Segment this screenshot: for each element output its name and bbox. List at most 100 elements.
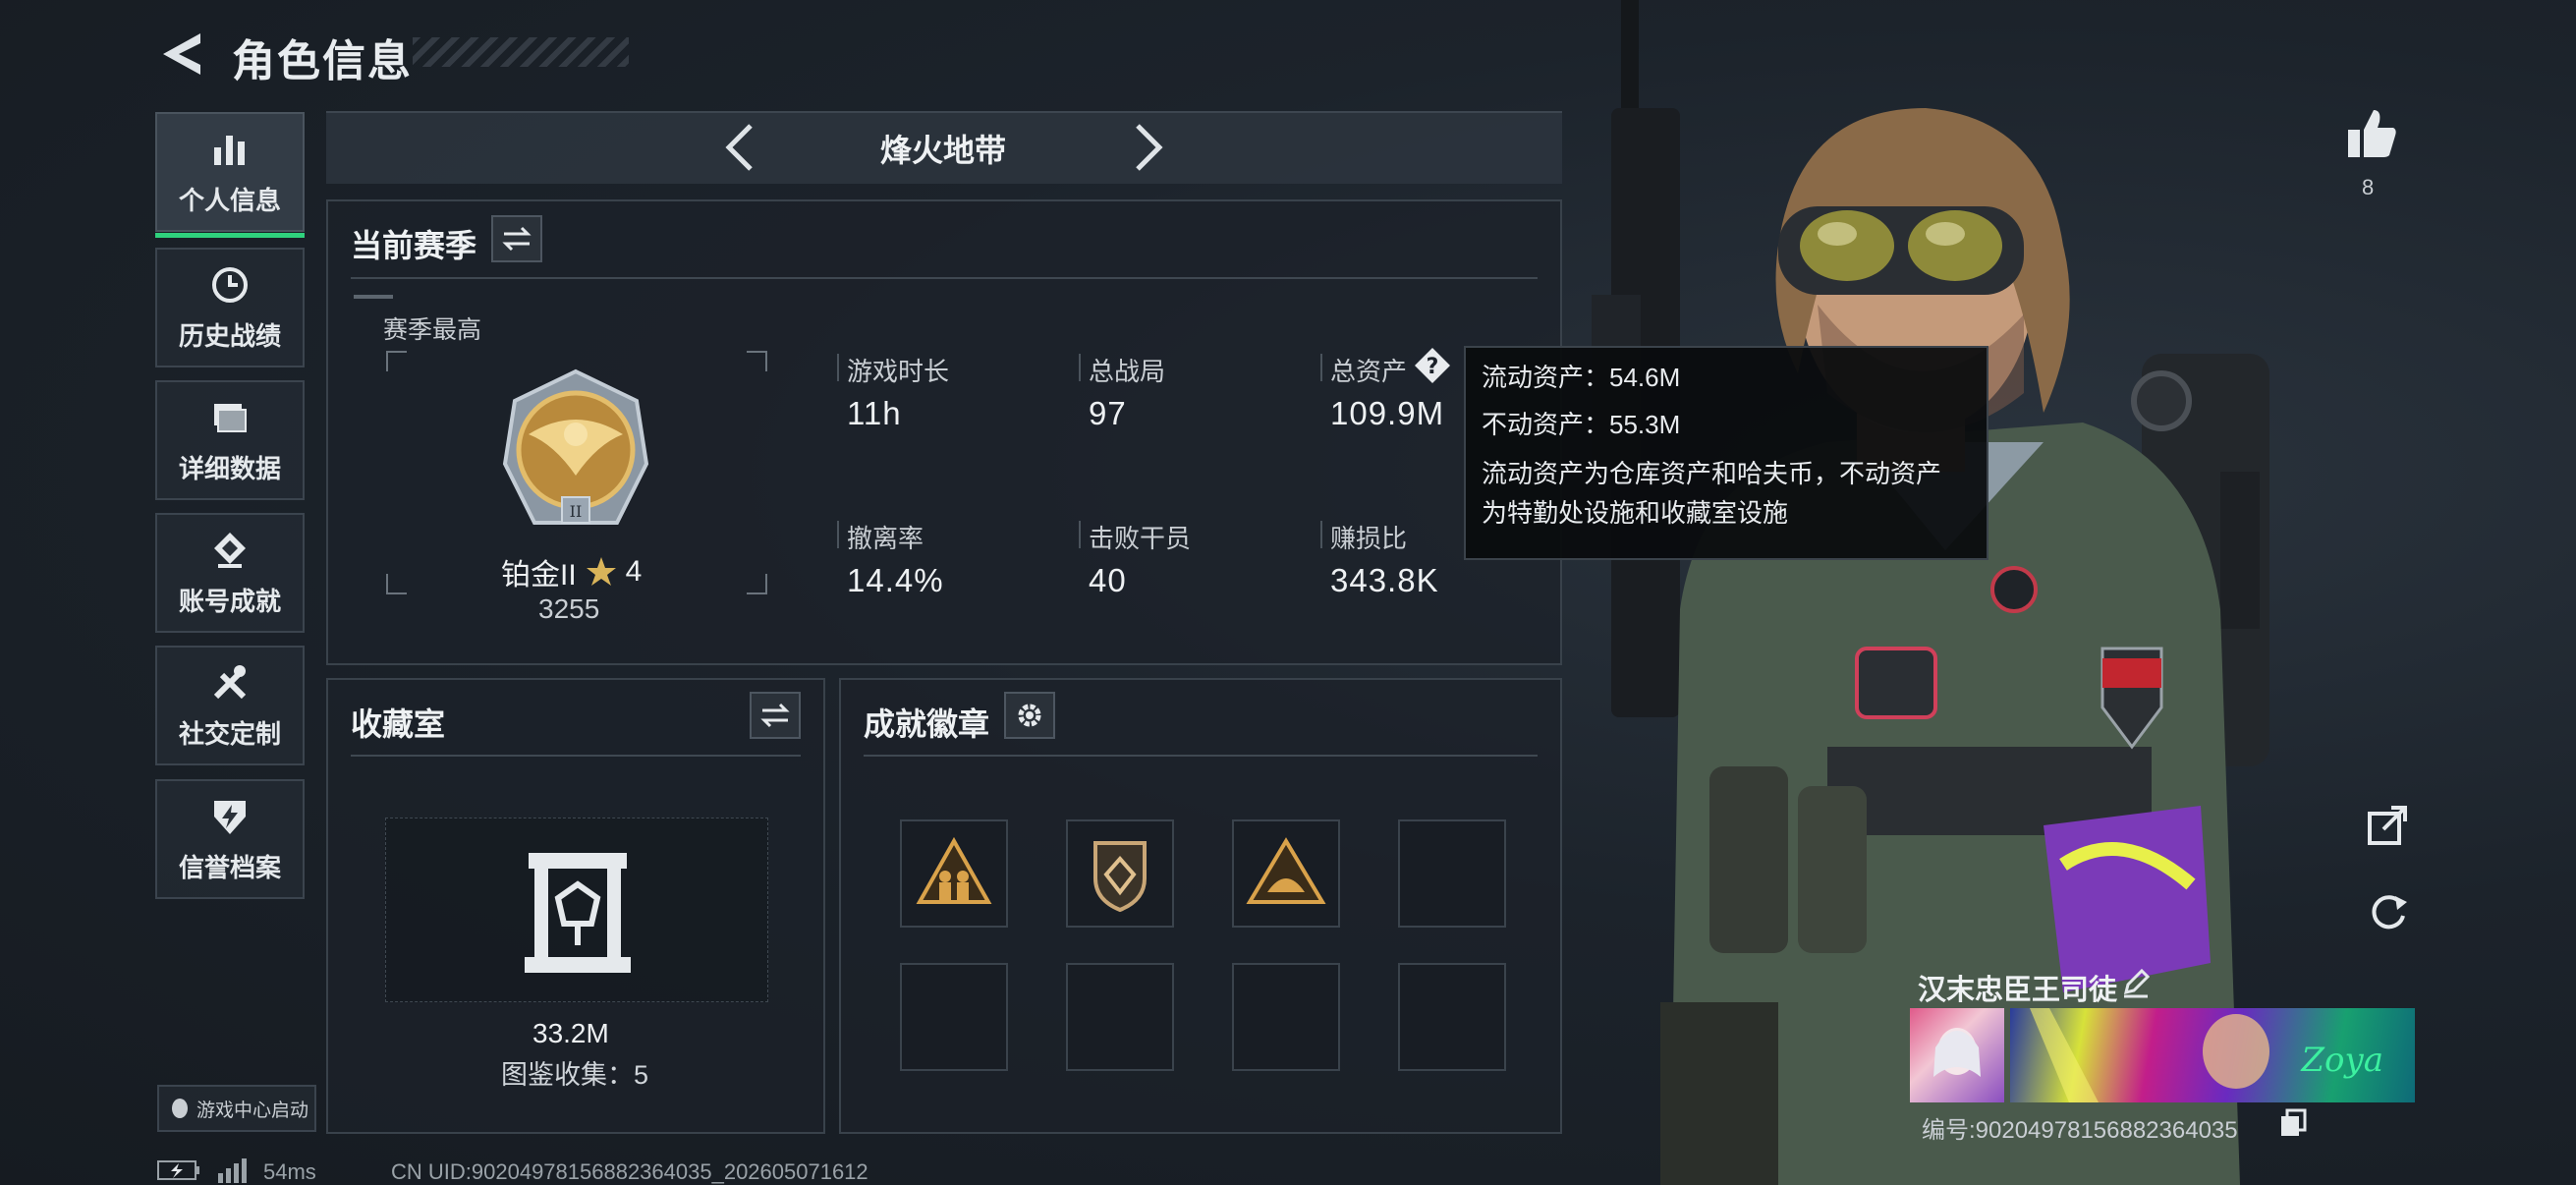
player-name: 汉末忠臣王司徒 <box>1918 975 2118 1006</box>
tooltip-description-line1: 流动资产为仓库资产和哈夫币，不动资产 <box>1482 459 1942 488</box>
badge-triangle-dome-icon <box>1246 837 1326 904</box>
stat-kills-label: 击败干员 <box>1089 524 1192 553</box>
battery-icon <box>157 1160 199 1180</box>
sidebar-item-label: 信誉档案 <box>178 852 281 882</box>
history-icon <box>212 266 248 303</box>
title-decoration <box>413 37 629 67</box>
sidebar-item-label: 账号成就 <box>178 586 281 616</box>
sidebar-item-reputation[interactable]: 信誉档案 <box>155 779 305 899</box>
folder-icon <box>214 403 247 432</box>
achievement-icon <box>214 532 246 568</box>
divider-accent <box>354 295 393 299</box>
player-id: 编号:90204978156882364035 <box>1922 1117 2238 1144</box>
share-icon[interactable] <box>2366 802 2411 847</box>
bar-chart-icon <box>214 135 245 165</box>
sidebar-item-personal-info[interactable]: 个人信息 <box>155 112 305 238</box>
badge-slot[interactable] <box>900 819 1008 928</box>
avatar-portrait <box>1933 1028 1981 1077</box>
refresh-icon[interactable] <box>2366 888 2411 933</box>
season-divider <box>351 277 1538 279</box>
mode-next-button[interactable] <box>1124 120 1171 175</box>
stat-playtime-value: 11h <box>847 395 902 431</box>
sidebar-item-history[interactable]: 历史战绩 <box>155 248 305 367</box>
swap-icon <box>502 226 532 252</box>
sidebar-item-label: 详细数据 <box>178 453 281 483</box>
achievements-divider <box>864 755 1538 757</box>
sidebar-item-achievements[interactable]: 账号成就 <box>155 513 305 633</box>
rank-stars: 4 <box>625 555 643 588</box>
rank-name: 铂金II <box>501 559 577 592</box>
badge-slot[interactable] <box>1232 819 1340 928</box>
season-title: 当前赛季 <box>351 228 477 263</box>
like-count: 8 <box>2362 175 2375 199</box>
player-avatar[interactable] <box>1910 1008 2004 1102</box>
stat-assets-value: 109.9M <box>1330 395 1445 431</box>
achievements-settings-button[interactable] <box>1004 692 1055 739</box>
sidebar-item-details[interactable]: 详细数据 <box>155 380 305 500</box>
stat-matches-value: 97 <box>1089 395 1127 431</box>
star-icon <box>586 557 616 586</box>
collection-switch-button[interactable] <box>750 692 801 739</box>
assets-tooltip: 流动资产：54.6M 不动资产：55.3M 流动资产为仓库资产和哈夫币，不动资产… <box>1464 346 1988 560</box>
svg-text:Zoya: Zoya <box>2300 1041 2383 1080</box>
copy-icon[interactable] <box>2279 1108 2307 1138</box>
svg-text:II: II <box>570 502 583 521</box>
rank-score: 3255 <box>538 593 600 624</box>
badge-slot-empty[interactable] <box>1398 963 1506 1071</box>
gear-icon <box>1018 704 1041 727</box>
stat-matches-label: 总战局 <box>1089 357 1166 386</box>
sidebar-item-social[interactable]: 社交定制 <box>155 646 305 765</box>
badge-slot-empty[interactable] <box>900 963 1008 1071</box>
stat-extract-rate-value: 14.4% <box>847 562 944 598</box>
stat-extract-rate-label: 撤离率 <box>847 524 924 553</box>
thumbs-up-icon[interactable] <box>2344 106 2399 161</box>
page-title: 角色信息 <box>232 37 413 85</box>
rank-row: 铂金II 4 <box>501 550 642 593</box>
display-case-icon <box>525 853 631 973</box>
collection-count: 图鉴收集：5 <box>501 1060 649 1090</box>
stat-tick <box>1320 521 1322 548</box>
sidebar-item-label: 历史战绩 <box>178 320 281 351</box>
sidebar-item-label: 个人信息 <box>178 185 281 215</box>
collection-divider <box>351 755 801 757</box>
game-center-label: 游戏中心启动 <box>196 1100 309 1121</box>
collection-value: 33.2M <box>532 1018 609 1048</box>
badge-slot-empty[interactable] <box>1232 963 1340 1071</box>
season-best-label: 赛季最高 <box>383 316 482 344</box>
signal-icon <box>218 1158 247 1183</box>
rank-emblem-icon: II <box>502 368 649 525</box>
edit-icon[interactable] <box>2120 967 2152 998</box>
player-namecard[interactable]: Zoya <box>2010 1008 2415 1102</box>
badge-triangle-figures-icon <box>916 836 992 904</box>
sidebar-item-label: 社交定制 <box>178 718 281 749</box>
collection-title: 收藏室 <box>351 706 446 742</box>
stat-profit-ratio-value: 343.8K <box>1330 562 1439 598</box>
achievements-title: 成就徽章 <box>864 706 990 742</box>
swap-icon <box>760 703 790 728</box>
game-center-button[interactable]: 游戏中心启动 <box>157 1085 316 1132</box>
stat-tick <box>1320 354 1322 381</box>
season-switch-button[interactable] <box>491 215 542 262</box>
stat-assets-label: 总资产 <box>1330 357 1408 386</box>
stat-playtime-label: 游戏时长 <box>847 357 950 386</box>
ping-value: 54ms <box>263 1159 316 1184</box>
svg-text:?: ? <box>1427 355 1439 379</box>
badge-slot-empty[interactable] <box>1066 963 1174 1071</box>
uid-text: CN UID:90204978156882364035_202605071612 <box>391 1159 868 1184</box>
stat-tick <box>1079 354 1081 381</box>
mode-prev-button[interactable] <box>717 120 764 175</box>
namecard-art: Zoya <box>2030 1008 2383 1102</box>
tooltip-fixed-assets: 不动资产：55.3M <box>1482 410 1681 439</box>
penguin-icon <box>172 1099 188 1118</box>
badge-slot[interactable] <box>1066 819 1174 928</box>
badge-slot-empty[interactable] <box>1398 819 1506 928</box>
back-arrow-icon[interactable] <box>157 29 206 79</box>
tooltip-description-line2: 为特勤处设施和收藏室设施 <box>1482 498 1789 528</box>
stat-profit-ratio-label: 赚损比 <box>1330 524 1408 553</box>
stat-kills-value: 40 <box>1089 562 1127 598</box>
tooltip-liquid-assets: 流动资产：54.6M <box>1482 363 1681 392</box>
help-icon[interactable]: ? <box>1413 346 1452 385</box>
shield-bolt-icon <box>214 800 246 834</box>
badge-shield-diamond-icon <box>1093 841 1147 913</box>
stat-tick <box>837 521 839 548</box>
